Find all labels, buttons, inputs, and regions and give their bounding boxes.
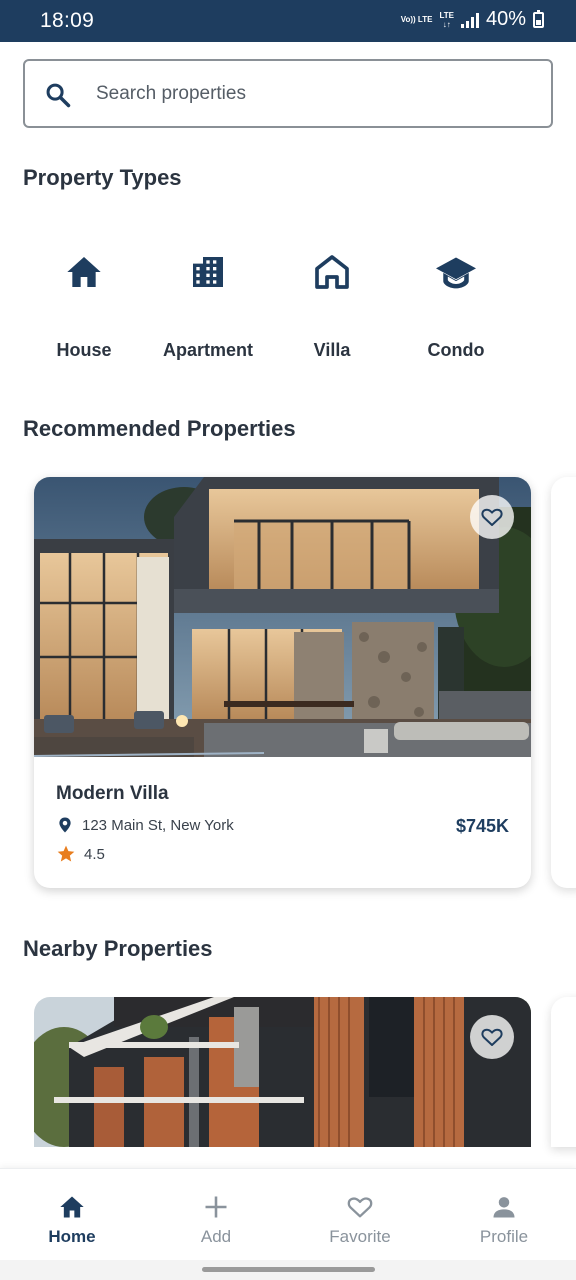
nav-label: Home <box>48 1227 96 1246</box>
property-card[interactable]: Modern Villa 123 Main St, New York $745K… <box>34 477 531 888</box>
gesture-area <box>0 1260 576 1280</box>
property-type-condo[interactable]: Condo <box>396 252 516 361</box>
status-indicators: Vo)) LTE LTE ↓↑ 40% <box>401 8 544 31</box>
status-time: 18:09 <box>40 9 95 32</box>
battery-icon <box>533 9 544 28</box>
heart-outline-icon <box>481 508 503 526</box>
heart-outline-icon <box>481 1028 503 1046</box>
nav-label: Profile <box>479 1227 529 1246</box>
property-rating-row: 4.5 <box>56 844 105 864</box>
search-input[interactable]: Search properties <box>23 59 553 128</box>
apartment-building-icon <box>193 257 223 287</box>
nearby-properties-title: Nearby Properties <box>23 936 213 961</box>
nav-add[interactable]: Add <box>144 1169 288 1261</box>
property-address: 123 Main St, New York <box>82 816 234 834</box>
recommended-properties-title: Recommended Properties <box>23 416 296 441</box>
property-types-title: Property Types <box>23 165 182 190</box>
property-type-label: Apartment <box>162 340 253 360</box>
nearby-property-image <box>34 997 531 1147</box>
favorite-button[interactable] <box>470 495 514 539</box>
location-pin-icon <box>59 817 71 833</box>
property-image <box>34 477 531 757</box>
property-type-villa[interactable]: Villa <box>272 252 392 361</box>
house-icon <box>67 257 101 287</box>
property-type-label: Villa <box>313 340 351 360</box>
nav-favorite[interactable]: Favorite <box>288 1169 432 1261</box>
property-type-label: Condo <box>427 340 485 360</box>
nav-profile[interactable]: Profile <box>432 1169 576 1261</box>
battery-percentage: 40% <box>485 8 526 30</box>
star-icon <box>57 845 75 862</box>
bottom-navigation: Home Add Favorite Profile <box>0 1168 576 1260</box>
plus-icon <box>205 1196 227 1218</box>
property-address-row: 123 Main St, New York <box>56 815 234 835</box>
property-type-house[interactable]: House <box>24 252 144 361</box>
villa-outline-icon <box>315 255 349 289</box>
search-placeholder: Search properties <box>96 83 246 104</box>
person-icon <box>493 1197 515 1218</box>
nav-label: Add <box>200 1227 232 1246</box>
gesture-handle[interactable] <box>202 1267 375 1272</box>
next-nearby-card[interactable] <box>551 997 576 1147</box>
nearby-property-card[interactable] <box>34 997 531 1147</box>
signal-icon <box>460 12 479 28</box>
lte-indicator: LTE ↓↑ <box>439 10 454 29</box>
volte-indicator: Vo)) LTE <box>400 15 433 24</box>
property-rating: 4.5 <box>84 845 105 863</box>
heart-icon <box>347 1197 373 1218</box>
status-bar: 18:09 Vo)) LTE LTE ↓↑ 40% <box>0 0 576 42</box>
nav-home[interactable]: Home <box>0 1169 144 1261</box>
home-icon <box>60 1196 84 1218</box>
graduation-cap-icon <box>436 257 476 289</box>
property-type-apartment[interactable]: Apartment <box>148 252 268 361</box>
property-price: $745K <box>455 816 509 836</box>
next-property-card[interactable] <box>551 477 576 888</box>
property-name: Modern Villa <box>56 783 169 804</box>
search-icon <box>46 83 71 108</box>
property-type-label: House <box>56 340 112 360</box>
favorite-button[interactable] <box>470 1015 514 1059</box>
nav-label: Favorite <box>329 1227 391 1246</box>
